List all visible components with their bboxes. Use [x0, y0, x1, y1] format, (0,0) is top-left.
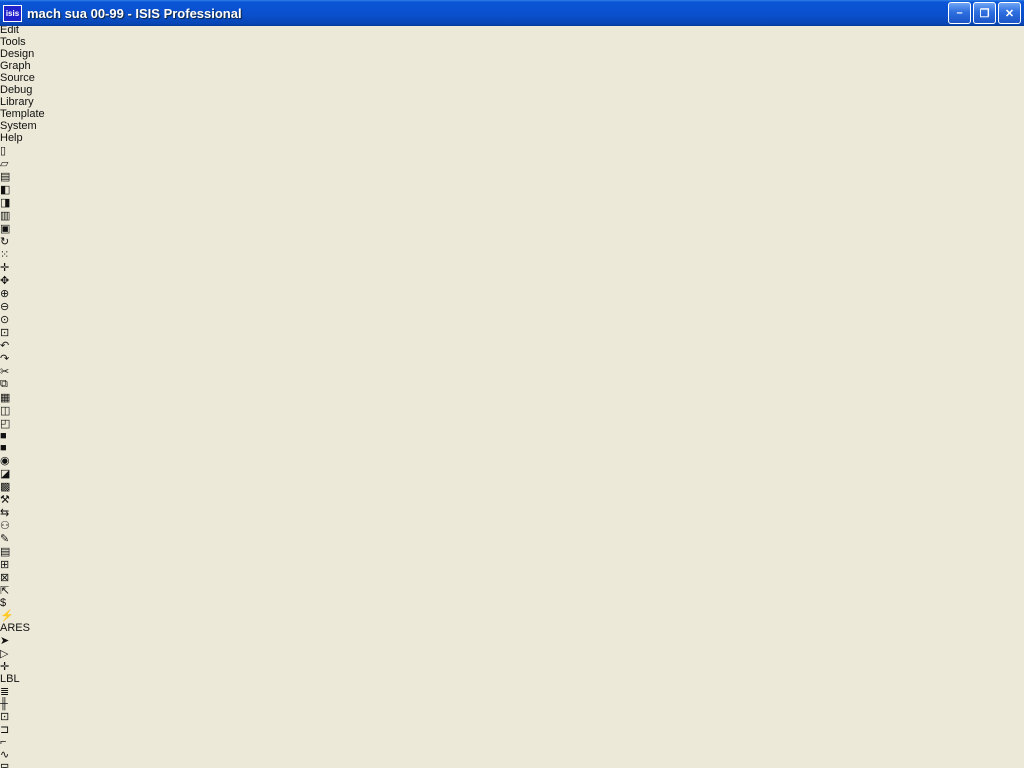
script-mode-icon[interactable]: ≣ — [0, 685, 1024, 698]
menu-item[interactable]: System — [0, 120, 1024, 132]
save-file-icon[interactable]: ▤ — [0, 170, 1024, 183]
zoom-area-icon[interactable]: ⊡ — [0, 326, 1024, 339]
app-logo-icon: isis — [3, 5, 22, 22]
mark-output-area-icon[interactable]: ▣ — [0, 222, 1024, 235]
title-bar[interactable]: isis mach sua 00-99 - ISIS Professional … — [0, 0, 1024, 26]
decompose-icon[interactable]: ⚒ — [0, 493, 1024, 506]
isis-application-window: isis mach sua 00-99 - ISIS Professional … — [0, 0, 1024, 768]
menu-item[interactable]: Debug — [0, 84, 1024, 96]
component-mode-icon[interactable]: ▷ — [0, 647, 1024, 660]
zoom-out-icon[interactable]: ⊖ — [0, 300, 1024, 313]
pin-mode-icon[interactable]: ⌐ — [0, 736, 1024, 748]
window-title: mach sua 00-99 - ISIS Professional — [27, 6, 946, 21]
mode-toolbar: ➤▷✛LBL≣╫⊡⊐⌐∿⊟◉VI▦╱■●◠∞AS✛ — [0, 634, 1024, 768]
electrical-check-icon[interactable]: ⚡ — [0, 609, 1024, 622]
wire-label-mode-icon[interactable]: LBL — [0, 673, 1024, 685]
redraw-icon[interactable]: ↻ — [0, 235, 1024, 248]
remove-sheet-icon[interactable]: ⊠ — [0, 571, 1024, 584]
goto-sheet-icon[interactable]: ⇱ — [0, 584, 1024, 597]
open-file-icon[interactable]: ▱ — [0, 157, 1024, 170]
subcircuit-mode-icon[interactable]: ⊡ — [0, 710, 1024, 723]
block-copy-icon[interactable]: ◫ — [0, 404, 1024, 417]
toggle-grid-icon[interactable]: ⁙ — [0, 248, 1024, 261]
block-move-icon[interactable]: ◰ — [0, 417, 1024, 430]
block-rotate-icon[interactable]: ■ — [0, 430, 1024, 442]
terminal-mode-icon[interactable]: ⊐ — [0, 723, 1024, 736]
ares-icon[interactable]: ARES — [0, 622, 1024, 634]
copy-icon[interactable]: ⧉ — [0, 378, 1024, 391]
junction-mode-icon[interactable]: ✛ — [0, 660, 1024, 673]
export-section-icon[interactable]: ◨ — [0, 196, 1024, 209]
selection-mode-icon[interactable]: ➤ — [0, 634, 1024, 647]
undo-icon[interactable]: ↶ — [0, 339, 1024, 352]
origin-icon[interactable]: ✛ — [0, 261, 1024, 274]
zoom-in-icon[interactable]: ⊕ — [0, 287, 1024, 300]
print-icon[interactable]: ▥ — [0, 209, 1024, 222]
new-sheet-icon[interactable]: ⊞ — [0, 558, 1024, 571]
search-tag-icon[interactable]: ⚇ — [0, 519, 1024, 532]
tape-mode-icon[interactable]: ⊟ — [0, 761, 1024, 768]
design-explorer-icon[interactable]: ▤ — [0, 545, 1024, 558]
bus-mode-icon[interactable]: ╫ — [0, 698, 1024, 710]
redo-icon[interactable]: ↷ — [0, 352, 1024, 365]
make-device-icon[interactable]: ◪ — [0, 467, 1024, 480]
graph-mode-icon[interactable]: ∿ — [0, 748, 1024, 761]
menu-item[interactable]: Library — [0, 96, 1024, 108]
wire-autorouter-icon[interactable]: ⇆ — [0, 506, 1024, 519]
close-button[interactable]: ✕ — [998, 2, 1021, 24]
zoom-all-icon[interactable]: ⊙ — [0, 313, 1024, 326]
packaging-tool-icon[interactable]: ▩ — [0, 480, 1024, 493]
pick-device-icon[interactable]: ◉ — [0, 454, 1024, 467]
maximize-button[interactable]: ❐ — [973, 2, 996, 24]
menu-item[interactable]: Help — [0, 132, 1024, 144]
property-assignment-icon[interactable]: ✎ — [0, 532, 1024, 545]
menu-item[interactable]: Source — [0, 72, 1024, 84]
menu-item[interactable]: Design — [0, 48, 1024, 60]
menu-item[interactable]: Template — [0, 108, 1024, 120]
cut-icon[interactable]: ✂ — [0, 365, 1024, 378]
menu-item[interactable]: Graph — [0, 60, 1024, 72]
menu-item[interactable]: Tools — [0, 36, 1024, 48]
bom-icon[interactable]: $ — [0, 597, 1024, 609]
main-toolbar: ▯▱▤◧◨▥▣ ↻⁙✛✥⊕⊖⊙⊡ ↶↷✂⧉▦ ◫◰■■ ◉◪▩⚒ ⇆⚇✎ ▤⊞⊠… — [0, 144, 1024, 634]
paste-icon[interactable]: ▦ — [0, 391, 1024, 404]
new-file-icon[interactable]: ▯ — [0, 144, 1024, 157]
block-delete-icon[interactable]: ■ — [0, 442, 1024, 454]
minimize-button[interactable]: – — [948, 2, 971, 24]
import-section-icon[interactable]: ◧ — [0, 183, 1024, 196]
pan-icon[interactable]: ✥ — [0, 274, 1024, 287]
